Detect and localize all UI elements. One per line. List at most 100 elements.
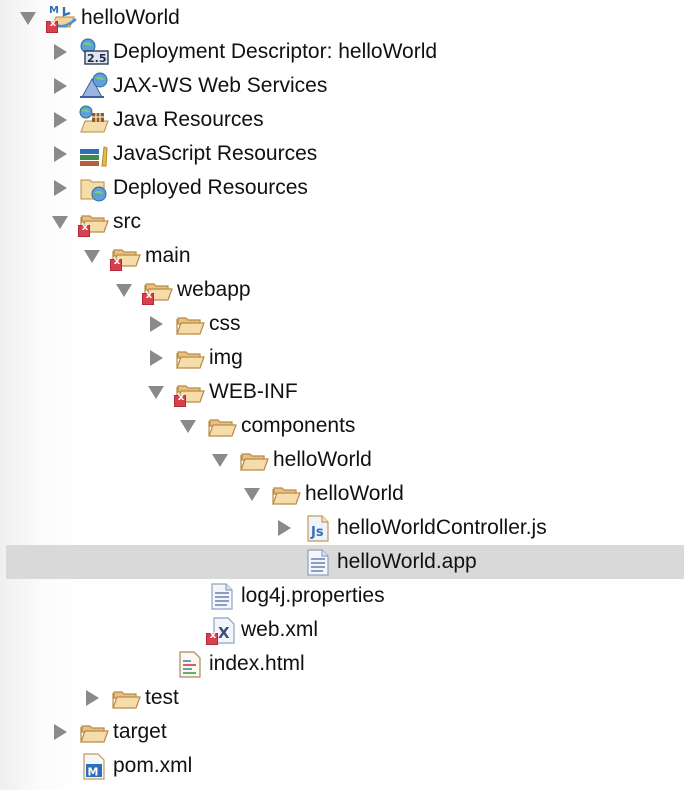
tree-item-label: target xyxy=(113,720,167,743)
tree-item[interactable]: Xweb.xml xyxy=(0,613,684,647)
triangle-icon xyxy=(212,453,228,467)
error-badge-icon xyxy=(142,290,155,305)
folder-icon xyxy=(78,207,110,237)
expand-arrow-right-icon[interactable] xyxy=(52,180,68,196)
tree-item[interactable]: Deployed Resources xyxy=(0,171,684,205)
expand-arrow-right-icon[interactable] xyxy=(52,112,68,128)
tree-item-label: img xyxy=(209,346,243,369)
svg-text:M: M xyxy=(88,766,99,779)
folder-icon xyxy=(78,717,110,747)
triangle-icon xyxy=(148,385,164,399)
tree-item[interactable]: helloWorld xyxy=(0,443,684,477)
tree-item[interactable]: log4j.properties xyxy=(0,579,684,613)
expand-arrow-down-icon[interactable] xyxy=(20,10,36,26)
expand-arrow-down-icon[interactable] xyxy=(212,452,228,468)
tree-item[interactable]: M helloWorld xyxy=(0,1,684,35)
svg-text:X: X xyxy=(218,624,230,642)
expand-arrow-right-icon[interactable] xyxy=(52,78,68,94)
tree-item-label: src xyxy=(113,210,141,233)
triangle-icon xyxy=(53,146,67,162)
folder-icon xyxy=(142,275,174,305)
tree-item-label: helloWorld.app xyxy=(337,550,477,573)
expand-arrow-right-icon[interactable] xyxy=(52,724,68,740)
tree-item-label: css xyxy=(209,312,241,335)
tree-item[interactable]: Java Resources xyxy=(0,103,684,137)
expand-arrow-down-icon[interactable] xyxy=(52,214,68,230)
folder-icon xyxy=(206,411,238,441)
maven-web-project-icon: M xyxy=(46,3,78,33)
folder-icon xyxy=(110,241,142,271)
error-badge-icon xyxy=(46,18,59,33)
tree-item[interactable]: components xyxy=(0,409,684,443)
project-explorer-tree: M helloWorld 2.5 Deployment Descriptor: h… xyxy=(0,1,684,783)
tree-item-label: main xyxy=(145,244,191,267)
expand-arrow-down-icon[interactable] xyxy=(148,384,164,400)
tree-item[interactable]: helloWorld xyxy=(0,477,684,511)
tree-item[interactable]: src xyxy=(0,205,684,239)
tree-item-label: log4j.properties xyxy=(241,584,385,607)
tree-item-label: WEB-INF xyxy=(209,380,298,403)
expand-arrow-right-icon[interactable] xyxy=(52,44,68,60)
expand-arrow-down-icon[interactable] xyxy=(116,282,132,298)
text-file-icon xyxy=(206,581,238,611)
deployed-resources-icon xyxy=(78,173,110,203)
tree-item-label: Java Resources xyxy=(113,108,264,131)
xml-file-icon: X xyxy=(206,615,238,645)
javascript-resources-icon xyxy=(78,139,110,169)
tree-item[interactable]: JAX-WS Web Services xyxy=(0,69,684,103)
tree-item[interactable]: webapp xyxy=(0,273,684,307)
java-resources-icon xyxy=(78,105,110,135)
svg-text:Js: Js xyxy=(310,525,324,540)
expand-arrow-down-icon[interactable] xyxy=(180,418,196,434)
maven-pom-icon: M xyxy=(78,751,110,781)
triangle-icon xyxy=(53,112,67,128)
folder-icon xyxy=(174,343,206,373)
triangle-icon xyxy=(84,249,100,263)
expand-arrow-down-icon[interactable] xyxy=(84,248,100,264)
expand-arrow-right-icon[interactable] xyxy=(84,690,100,706)
triangle-icon xyxy=(116,283,132,297)
error-badge-icon xyxy=(110,256,123,271)
expand-arrow-right-icon[interactable] xyxy=(52,146,68,162)
tree-item-label: web.xml xyxy=(241,618,319,641)
javascript-file-icon: Js xyxy=(302,513,334,543)
triangle-icon xyxy=(53,78,67,94)
tree-item[interactable]: 2.5 Deployment Descriptor: helloWorld xyxy=(0,35,684,69)
tree-item-label: helloWorldController.js xyxy=(337,516,547,539)
expand-arrow-down-icon[interactable] xyxy=(244,486,260,502)
tree-item-label: Deployment Descriptor: helloWorld xyxy=(113,40,438,63)
deployment-descriptor-icon: 2.5 xyxy=(78,37,110,67)
expand-arrow-right-icon[interactable] xyxy=(276,520,292,536)
tree-item-label: helloWorld xyxy=(273,448,372,471)
triangle-icon xyxy=(149,350,163,366)
error-badge-icon xyxy=(174,392,187,407)
tree-item[interactable]: index.html xyxy=(0,647,684,681)
text-file-icon xyxy=(302,547,334,577)
tree-item[interactable]: WEB-INF xyxy=(0,375,684,409)
tree-item-label: helloWorld xyxy=(81,6,180,29)
error-badge-icon xyxy=(78,222,91,237)
tree-item-label: index.html xyxy=(209,652,305,675)
tree-item[interactable]: target xyxy=(0,715,684,749)
tree-item[interactable]: helloWorld.app xyxy=(0,545,684,579)
expand-arrow-right-icon[interactable] xyxy=(148,350,164,366)
tree-item[interactable]: Js helloWorldController.js xyxy=(0,511,684,545)
folder-icon xyxy=(174,309,206,339)
tree-item-label: JavaScript Resources xyxy=(113,142,318,165)
expand-arrow-right-icon[interactable] xyxy=(148,316,164,332)
tree-item-label: helloWorld xyxy=(305,482,404,505)
triangle-icon xyxy=(53,180,67,196)
triangle-icon xyxy=(85,690,99,706)
triangle-icon xyxy=(244,487,260,501)
tree-item[interactable]: JavaScript Resources xyxy=(0,137,684,171)
triangle-icon xyxy=(52,215,68,229)
triangle-icon xyxy=(53,724,67,740)
tree-item[interactable]: test xyxy=(0,681,684,715)
svg-text:2.5: 2.5 xyxy=(87,52,107,65)
html-file-icon xyxy=(174,649,206,679)
tree-item[interactable]: css xyxy=(0,307,684,341)
tree-item[interactable]: Mpom.xml xyxy=(0,749,684,783)
tree-item-label: components xyxy=(241,414,356,437)
tree-item[interactable]: main xyxy=(0,239,684,273)
tree-item[interactable]: img xyxy=(0,341,684,375)
